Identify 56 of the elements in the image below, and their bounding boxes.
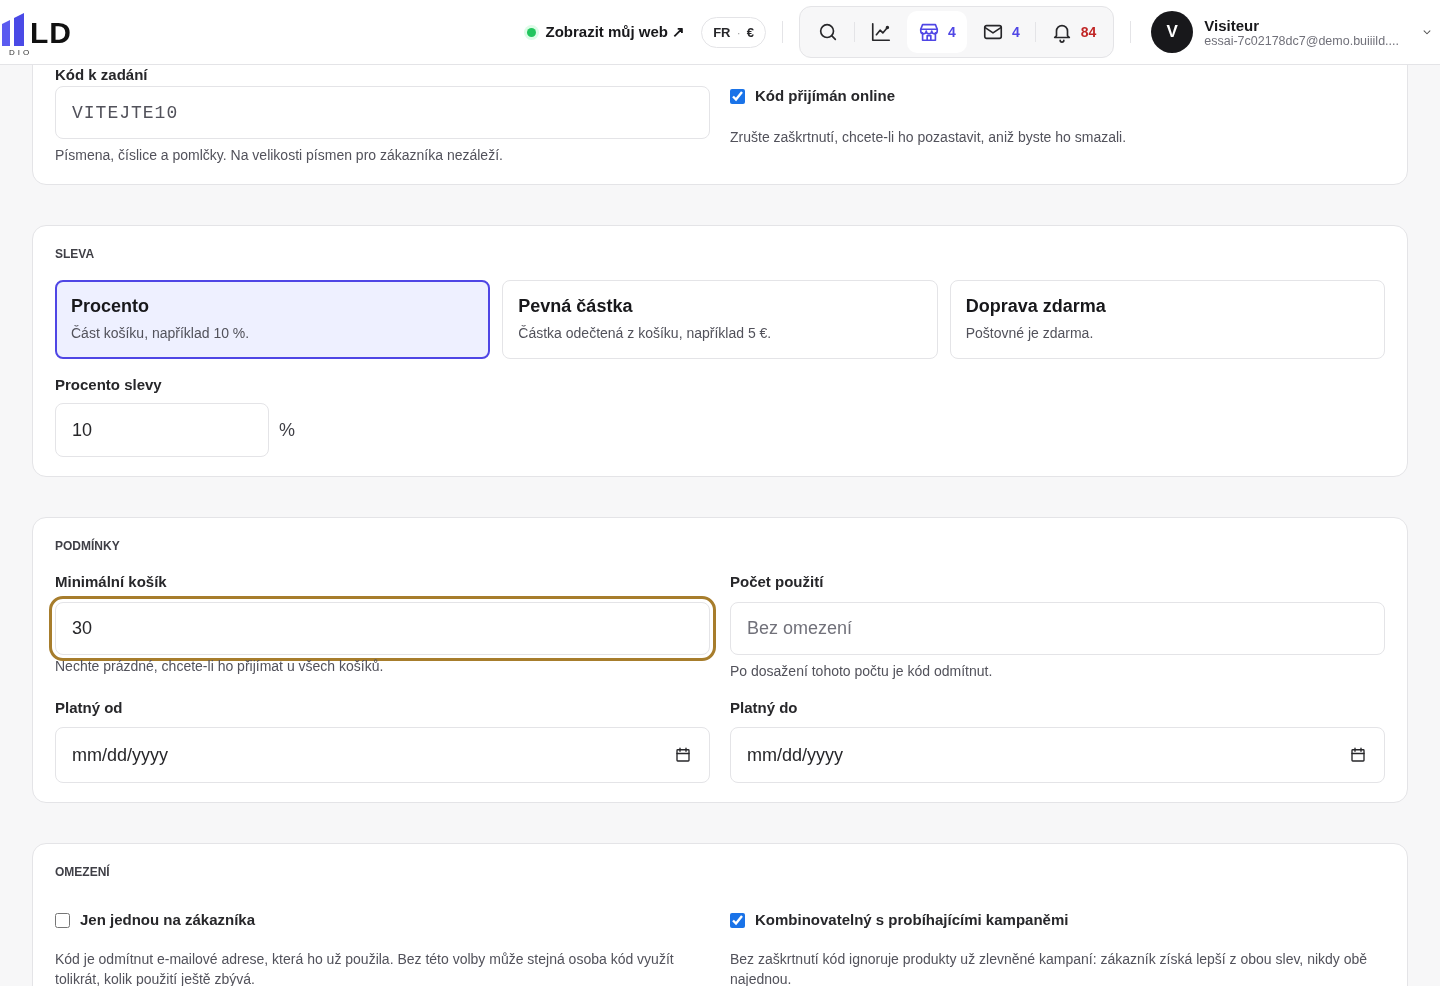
count-label: 84 [1080, 24, 1097, 40]
text-input[interactable]: Bez omezení [730, 602, 1385, 655]
user-menu[interactable]: V Visiteur essai-7c02178dc7@demo.buiiild.... [1151, 11, 1440, 53]
option-description: Poštovné je zdarma. [965, 325, 1095, 341]
chart-icon [870, 21, 893, 43]
checkbox[interactable] [55, 912, 70, 928]
count-label: 4 [948, 24, 956, 40]
percent-input[interactable]: 10 [55, 403, 269, 457]
option-card[interactable]: Procento Část košíku, například 10 %. [55, 280, 491, 359]
logo[interactable]: LD DIO [0, 2, 92, 62]
option-title: Procento [71, 296, 150, 317]
helper-text: Po dosažení tohoto počtu je kód odmítnut. [730, 662, 993, 681]
site-link[interactable]: Zobrazit můj web ↗ [527, 23, 686, 41]
field-label: Platný do [730, 699, 798, 717]
field-label: Kód k zadání [55, 66, 148, 84]
field-label: Procento slevy [55, 376, 162, 394]
field-label: Minimální košík [55, 573, 167, 591]
helper-text: Kód je odmítnut e-mailové adrese, která ho už použila. Bez této volby může stejná osoba kód využít tolikrát, kolik použití ještě zbývá. [55, 950, 675, 986]
checkbox-label[interactable]: Kód přijímán online [755, 86, 895, 106]
checkbox[interactable] [730, 88, 745, 104]
user-name: Visiteur [1204, 16, 1260, 34]
unit-label: % [279, 419, 295, 441]
helper-text: Bez zaškrtnutí kód ignoruje produkty už zlevněné kampaní: zákazník získá lepší z obou slev, nikdy obě najednou. [730, 950, 1369, 986]
locale-button[interactable]: FR · € [701, 16, 767, 48]
user-email: essai-7c02178dc7@demo.buiiild.... [1204, 33, 1399, 48]
field-label: Platný od [55, 699, 123, 717]
store-icon [918, 21, 941, 43]
logo-subtitle: DIO [9, 48, 33, 58]
mail-button[interactable]: 4 [970, 11, 1031, 53]
date-input[interactable]: mm/dd/yyyy [55, 727, 710, 783]
field-label: Počet použití [730, 573, 824, 591]
code-input[interactable]: VITEJTE10 [55, 86, 710, 139]
count-label: 4 [1011, 24, 1020, 40]
helper-text: Nechte prázdné, chcete-li ho přijímat u všech košíků. [55, 657, 384, 676]
section-title: OMEZENÍ [55, 864, 110, 880]
logo-bars-icon [2, 12, 26, 46]
option-description: Částka odečtená z košíku, například 5 €. [518, 325, 773, 341]
notification-button[interactable]: 84 [1039, 11, 1108, 53]
option-title: Pevná částka [518, 296, 634, 317]
checkbox-label[interactable]: Jen jednou na zákazníka [80, 910, 256, 930]
date-input[interactable]: mm/dd/yyyy [730, 727, 1385, 783]
checkbox[interactable] [730, 912, 745, 928]
calendar-icon [674, 746, 692, 764]
section-title: PODMÍNKY [55, 538, 120, 554]
calendar-icon [1349, 746, 1367, 764]
option-description: Část košíku, například 10 %. [71, 325, 251, 341]
option-card[interactable]: Doprava zdarma Poštovné je zdarma. [949, 280, 1385, 359]
avatar: V [1151, 11, 1194, 53]
option-title: Doprava zdarma [965, 296, 1107, 317]
helper-text: Písmena, číslice a pomlčky. Na velikosti písmen pro zákazníka nezáleží. [55, 146, 503, 165]
store-button[interactable]: 4 [907, 11, 967, 53]
helper-text: Zrušte zaškrtnutí, chcete-li ho pozastavit, aniž byste ho smazali. [730, 128, 1127, 147]
logo-text: LD [30, 18, 72, 48]
section-title: SLEVA [55, 246, 95, 262]
checkbox-label[interactable]: Kombinovatelný s probíhajícími kampaněmi [755, 910, 1069, 930]
option-card[interactable]: Pevná částka Částka odečtená z košíku, například 5 €. [502, 280, 938, 359]
